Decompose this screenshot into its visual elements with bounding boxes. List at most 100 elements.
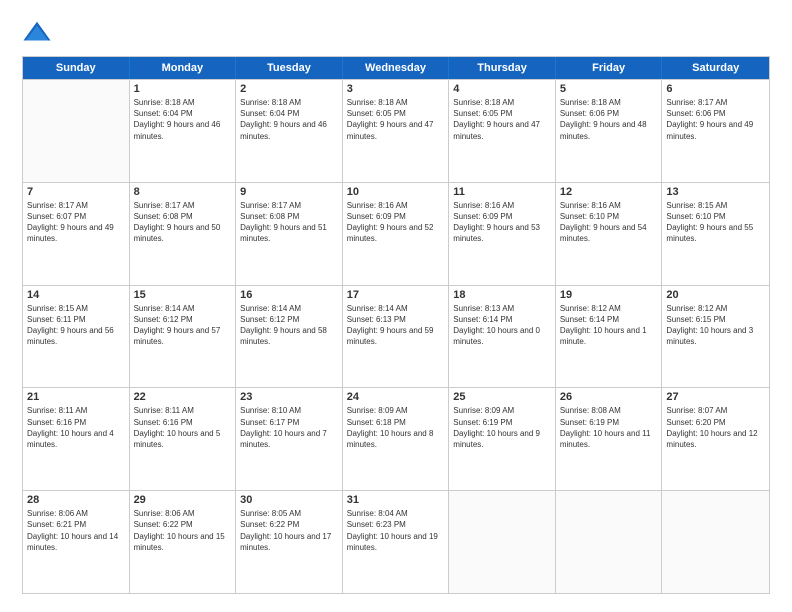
cell-sun-info: Sunrise: 8:12 AMSunset: 6:14 PMDaylight:… bbox=[560, 303, 658, 348]
cell-sun-info: Sunrise: 8:18 AMSunset: 6:04 PMDaylight:… bbox=[240, 97, 338, 142]
calendar-cell: 17Sunrise: 8:14 AMSunset: 6:13 PMDayligh… bbox=[343, 286, 450, 388]
day-number: 24 bbox=[347, 391, 445, 403]
calendar-cell: 23 Sunrise: 8:10 AMSunset: 6:17 PMDayligh… bbox=[236, 388, 343, 490]
day-number: 23 bbox=[240, 391, 338, 403]
calendar-cell: 9 Sunrise: 8:17 AMSunset: 6:08 PMDaylight… bbox=[236, 183, 343, 285]
day-number: 12 bbox=[560, 186, 658, 198]
calendar-cell: 12Sunrise: 8:16 AMSunset: 6:10 PMDayligh… bbox=[556, 183, 663, 285]
calendar-cell: 16 Sunrise: 8:14 AMSunset: 6:12 PMDayligh… bbox=[236, 286, 343, 388]
calendar-cell: 21Sunrise: 8:11 AMSunset: 6:16 PMDayligh… bbox=[23, 388, 130, 490]
cell-sun-info: Sunrise: 8:09 AMSunset: 6:19 PMDaylight:… bbox=[453, 405, 551, 450]
calendar-cell bbox=[23, 80, 130, 182]
calendar-cell bbox=[556, 491, 663, 593]
day-number: 22 bbox=[134, 391, 232, 403]
day-number: 18 bbox=[453, 289, 551, 301]
day-number: 14 bbox=[27, 289, 125, 301]
calendar-week-4: 21Sunrise: 8:11 AMSunset: 6:16 PMDayligh… bbox=[23, 387, 769, 490]
cell-sun-info: Sunrise: 8:14 AMSunset: 6:13 PMDaylight:… bbox=[347, 303, 445, 348]
calendar-week-2: 7 Sunrise: 8:17 AMSunset: 6:07 PMDaylight… bbox=[23, 182, 769, 285]
page-header bbox=[22, 18, 770, 48]
cell-sun-info: Sunrise: 8:18 AMSunset: 6:06 PMDaylight:… bbox=[560, 97, 658, 142]
day-number: 9 bbox=[240, 186, 338, 198]
calendar-cell: 3 Sunrise: 8:18 AMSunset: 6:05 PMDaylight… bbox=[343, 80, 450, 182]
day-number: 29 bbox=[134, 494, 232, 506]
cell-sun-info: Sunrise: 8:08 AMSunset: 6:19 PMDaylight:… bbox=[560, 405, 658, 450]
cal-day-header: Thursday bbox=[449, 57, 556, 79]
calendar-week-3: 14 Sunrise: 8:15 AMSunset: 6:11 PMDayligh… bbox=[23, 285, 769, 388]
calendar-cell: 5 Sunrise: 8:18 AMSunset: 6:06 PMDaylight… bbox=[556, 80, 663, 182]
day-number: 8 bbox=[134, 186, 232, 198]
cell-sun-info: Sunrise: 8:17 AMSunset: 6:08 PMDaylight:… bbox=[134, 200, 232, 245]
calendar-cell bbox=[662, 491, 769, 593]
cal-day-header: Wednesday bbox=[343, 57, 450, 79]
cell-sun-info: Sunrise: 8:11 AMSunset: 6:16 PMDaylight:… bbox=[134, 405, 232, 450]
calendar-header: SundayMondayTuesdayWednesdayThursdayFrid… bbox=[23, 57, 769, 79]
day-number: 3 bbox=[347, 83, 445, 95]
calendar: SundayMondayTuesdayWednesdayThursdayFrid… bbox=[22, 56, 770, 594]
calendar-cell: 27 Sunrise: 8:07 AMSunset: 6:20 PMDayligh… bbox=[662, 388, 769, 490]
cell-sun-info: Sunrise: 8:15 AMSunset: 6:11 PMDaylight:… bbox=[27, 303, 125, 348]
day-number: 4 bbox=[453, 83, 551, 95]
calendar-cell: 7 Sunrise: 8:17 AMSunset: 6:07 PMDaylight… bbox=[23, 183, 130, 285]
calendar-cell: 26 Sunrise: 8:08 AMSunset: 6:19 PMDayligh… bbox=[556, 388, 663, 490]
calendar-cell: 25 Sunrise: 8:09 AMSunset: 6:19 PMDayligh… bbox=[449, 388, 556, 490]
day-number: 2 bbox=[240, 83, 338, 95]
cell-sun-info: Sunrise: 8:16 AMSunset: 6:09 PMDaylight:… bbox=[453, 200, 551, 245]
cell-sun-info: Sunrise: 8:14 AMSunset: 6:12 PMDaylight:… bbox=[134, 303, 232, 348]
cal-day-header: Friday bbox=[556, 57, 663, 79]
calendar-cell: 28 Sunrise: 8:06 AMSunset: 6:21 PMDayligh… bbox=[23, 491, 130, 593]
cell-sun-info: Sunrise: 8:18 AMSunset: 6:04 PMDaylight:… bbox=[134, 97, 232, 142]
cell-sun-info: Sunrise: 8:09 AMSunset: 6:18 PMDaylight:… bbox=[347, 405, 445, 450]
cell-sun-info: Sunrise: 8:04 AMSunset: 6:23 PMDaylight:… bbox=[347, 508, 445, 553]
calendar-cell: 13Sunrise: 8:15 AMSunset: 6:10 PMDayligh… bbox=[662, 183, 769, 285]
cal-day-header: Saturday bbox=[662, 57, 769, 79]
day-number: 7 bbox=[27, 186, 125, 198]
cell-sun-info: Sunrise: 8:17 AMSunset: 6:07 PMDaylight:… bbox=[27, 200, 125, 245]
calendar-cell: 4 Sunrise: 8:18 AMSunset: 6:05 PMDaylight… bbox=[449, 80, 556, 182]
cell-sun-info: Sunrise: 8:07 AMSunset: 6:20 PMDaylight:… bbox=[666, 405, 765, 450]
calendar-cell: 19 Sunrise: 8:12 AMSunset: 6:14 PMDayligh… bbox=[556, 286, 663, 388]
cell-sun-info: Sunrise: 8:16 AMSunset: 6:09 PMDaylight:… bbox=[347, 200, 445, 245]
day-number: 27 bbox=[666, 391, 765, 403]
day-number: 28 bbox=[27, 494, 125, 506]
calendar-week-1: 1 Sunrise: 8:18 AMSunset: 6:04 PMDaylight… bbox=[23, 79, 769, 182]
calendar-cell: 30Sunrise: 8:05 AMSunset: 6:22 PMDayligh… bbox=[236, 491, 343, 593]
calendar-cell bbox=[449, 491, 556, 593]
day-number: 1 bbox=[134, 83, 232, 95]
calendar-cell: 10Sunrise: 8:16 AMSunset: 6:09 PMDayligh… bbox=[343, 183, 450, 285]
calendar-cell: 20Sunrise: 8:12 AMSunset: 6:15 PMDayligh… bbox=[662, 286, 769, 388]
calendar-cell: 8 Sunrise: 8:17 AMSunset: 6:08 PMDaylight… bbox=[130, 183, 237, 285]
day-number: 25 bbox=[453, 391, 551, 403]
calendar-cell: 15 Sunrise: 8:14 AMSunset: 6:12 PMDayligh… bbox=[130, 286, 237, 388]
day-number: 26 bbox=[560, 391, 658, 403]
calendar-cell: 18Sunrise: 8:13 AMSunset: 6:14 PMDayligh… bbox=[449, 286, 556, 388]
day-number: 31 bbox=[347, 494, 445, 506]
cell-sun-info: Sunrise: 8:10 AMSunset: 6:17 PMDaylight:… bbox=[240, 405, 338, 450]
cell-sun-info: Sunrise: 8:18 AMSunset: 6:05 PMDaylight:… bbox=[347, 97, 445, 142]
logo bbox=[22, 18, 56, 48]
day-number: 11 bbox=[453, 186, 551, 198]
calendar-cell: 1 Sunrise: 8:18 AMSunset: 6:04 PMDaylight… bbox=[130, 80, 237, 182]
calendar-cell: 22 Sunrise: 8:11 AMSunset: 6:16 PMDayligh… bbox=[130, 388, 237, 490]
calendar-cell: 2 Sunrise: 8:18 AMSunset: 6:04 PMDaylight… bbox=[236, 80, 343, 182]
cal-day-header: Sunday bbox=[23, 57, 130, 79]
day-number: 16 bbox=[240, 289, 338, 301]
cell-sun-info: Sunrise: 8:15 AMSunset: 6:10 PMDaylight:… bbox=[666, 200, 765, 245]
cell-sun-info: Sunrise: 8:06 AMSunset: 6:21 PMDaylight:… bbox=[27, 508, 125, 553]
calendar-cell: 31 Sunrise: 8:04 AMSunset: 6:23 PMDayligh… bbox=[343, 491, 450, 593]
logo-icon bbox=[22, 18, 52, 48]
cell-sun-info: Sunrise: 8:14 AMSunset: 6:12 PMDaylight:… bbox=[240, 303, 338, 348]
day-number: 19 bbox=[560, 289, 658, 301]
calendar-cell: 14 Sunrise: 8:15 AMSunset: 6:11 PMDayligh… bbox=[23, 286, 130, 388]
cell-sun-info: Sunrise: 8:17 AMSunset: 6:08 PMDaylight:… bbox=[240, 200, 338, 245]
cell-sun-info: Sunrise: 8:18 AMSunset: 6:05 PMDaylight:… bbox=[453, 97, 551, 142]
day-number: 15 bbox=[134, 289, 232, 301]
calendar-cell: 29 Sunrise: 8:06 AMSunset: 6:22 PMDayligh… bbox=[130, 491, 237, 593]
cal-day-header: Monday bbox=[130, 57, 237, 79]
cell-sun-info: Sunrise: 8:12 AMSunset: 6:15 PMDaylight:… bbox=[666, 303, 765, 348]
cal-day-header: Tuesday bbox=[236, 57, 343, 79]
cell-sun-info: Sunrise: 8:06 AMSunset: 6:22 PMDaylight:… bbox=[134, 508, 232, 553]
calendar-cell: 11 Sunrise: 8:16 AMSunset: 6:09 PMDayligh… bbox=[449, 183, 556, 285]
day-number: 5 bbox=[560, 83, 658, 95]
day-number: 30 bbox=[240, 494, 338, 506]
